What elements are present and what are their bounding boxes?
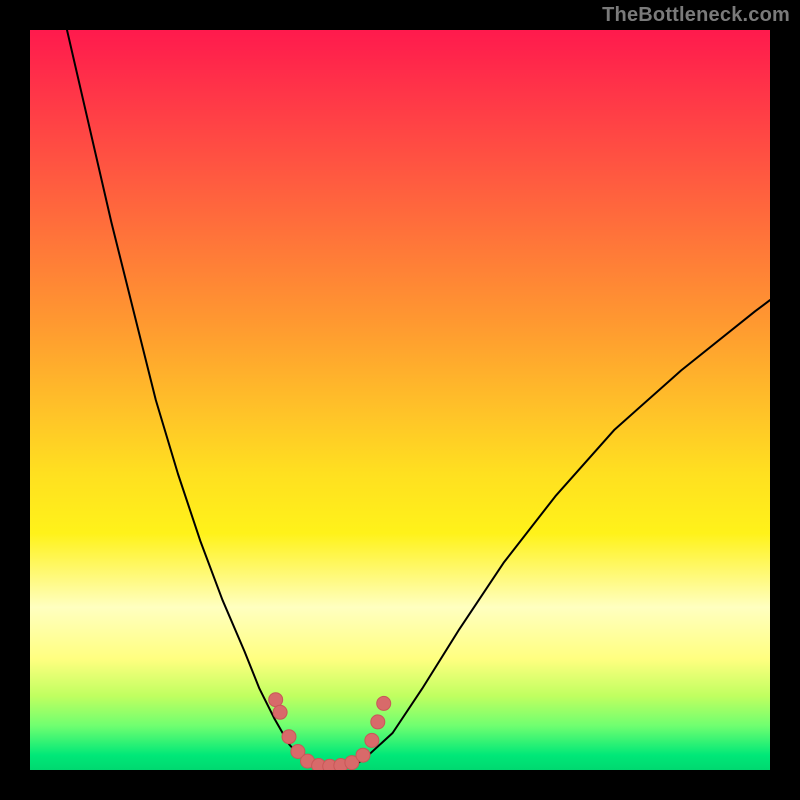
valley-marker bbox=[273, 705, 287, 719]
bottleneck-curve bbox=[67, 30, 770, 767]
valley-marker bbox=[356, 748, 370, 762]
curve-layer bbox=[30, 30, 770, 770]
chart-frame: TheBottleneck.com bbox=[0, 0, 800, 800]
valley-markers bbox=[269, 693, 391, 770]
valley-marker bbox=[282, 730, 296, 744]
valley-marker bbox=[269, 693, 283, 707]
valley-marker bbox=[377, 696, 391, 710]
plot-area bbox=[30, 30, 770, 770]
valley-marker bbox=[371, 715, 385, 729]
valley-marker bbox=[365, 733, 379, 747]
watermark-text: TheBottleneck.com bbox=[602, 4, 790, 27]
